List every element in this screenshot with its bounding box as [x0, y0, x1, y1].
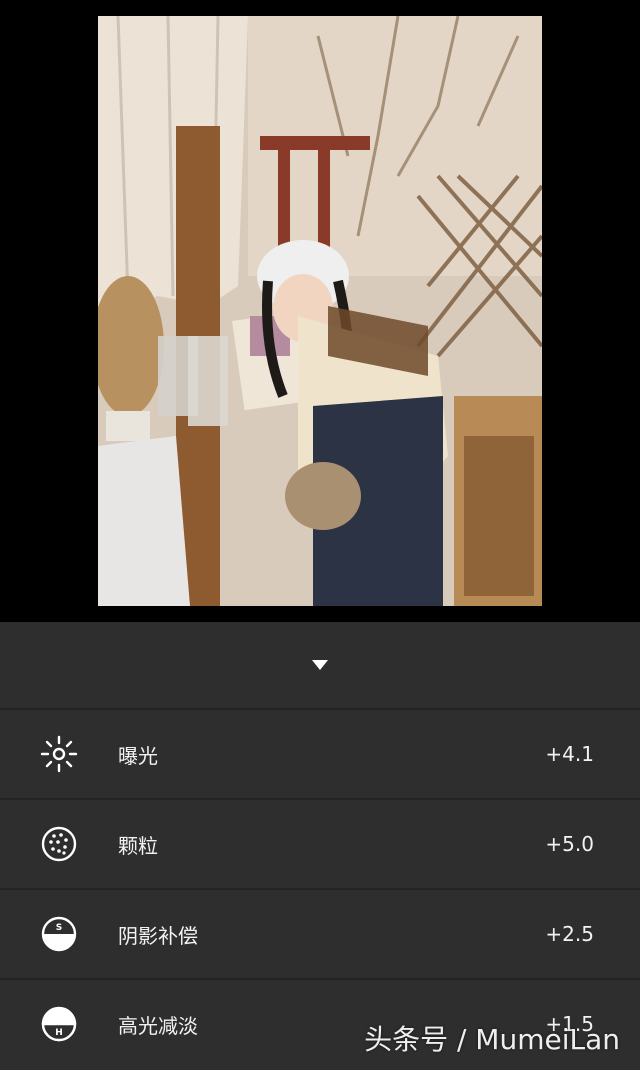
adjustment-row-grain[interactable]: 颗粒 +5.0 — [0, 798, 640, 888]
adjustment-row-exposure[interactable]: 曝光 +4.1 — [0, 708, 640, 798]
adjustment-value: +5.0 — [545, 832, 594, 856]
shadow-icon: S — [41, 916, 77, 952]
adjustment-value: +2.5 — [545, 922, 594, 946]
adjustment-panel: 曝光 +4.1 颗粒 +5.0 S 阴影补偿 +2.5 H 高光减淡 +1.5 — [0, 622, 640, 1070]
adjustment-row-shadow[interactable]: S 阴影补偿 +2.5 — [0, 888, 640, 978]
triangle-down-icon — [312, 660, 328, 670]
adjustment-label: 颗粒 — [118, 833, 158, 858]
svg-text:H: H — [55, 1028, 63, 1038]
adjustment-value: +4.1 — [545, 742, 594, 766]
grain-icon — [41, 826, 77, 862]
edited-photo[interactable] — [98, 16, 542, 606]
sun-icon — [40, 735, 78, 773]
adjustment-label: 高光减淡 — [118, 1013, 198, 1038]
adjustment-label: 曝光 — [118, 743, 158, 768]
photo-area — [0, 0, 640, 622]
watermark: 头条号 / MumeiLan — [364, 1023, 620, 1056]
highlight-icon: H — [41, 1006, 77, 1042]
svg-text:S: S — [56, 923, 62, 933]
collapse-panel-button[interactable] — [0, 622, 640, 708]
photo-image-icon — [98, 16, 542, 606]
adjustment-label: 阴影补偿 — [118, 923, 198, 948]
